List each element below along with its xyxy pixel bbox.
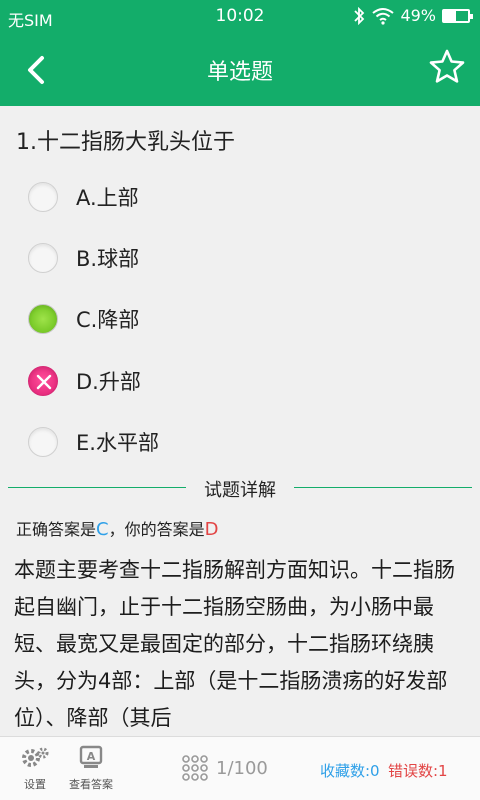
explanation-text: 本题主要考查十二指肠解剖方面知识。十二指肠起自幽门，止于十二指肠空肠曲，为小肠中… <box>14 558 455 730</box>
radio-c-correct[interactable] <box>28 304 58 334</box>
radio-b[interactable] <box>28 243 58 273</box>
option-c[interactable]: C.降部 <box>28 299 139 339</box>
detail-title: 试题详解 <box>204 480 276 501</box>
radio-e[interactable] <box>28 427 58 457</box>
settings-label: 设置 <box>24 778 46 791</box>
option-c-label: C.降部 <box>76 308 140 332</box>
my-answer-prefix: ，你的答案是 <box>108 520 205 539</box>
status-icons: 49% <box>352 6 473 25</box>
my-answer: D <box>204 519 219 540</box>
divider-right <box>294 487 472 488</box>
option-a[interactable]: A.上部 <box>28 177 139 217</box>
radio-a[interactable] <box>28 182 58 212</box>
question-text: 1.十二指肠大乳头位于 <box>16 130 235 155</box>
correct-answer: C <box>96 519 109 540</box>
grid-icon <box>182 755 208 781</box>
bluetooth-icon <box>354 6 365 25</box>
battery-percent: 49% <box>400 6 436 25</box>
errors-count[interactable]: 错误数:1 <box>388 760 448 781</box>
answer-icon-letter: A <box>87 750 96 763</box>
option-e-label: E.水平部 <box>76 431 159 455</box>
option-b-label: B.球部 <box>76 247 140 271</box>
radio-d-wrong[interactable] <box>28 366 58 396</box>
cross-icon <box>36 374 52 390</box>
question-pager[interactable]: 1/100 <box>182 755 268 781</box>
page-title: 单选题 <box>206 60 273 85</box>
battery-level <box>444 10 456 21</box>
correct-answer-prefix: 正确答案是 <box>16 520 97 539</box>
option-e[interactable]: E.水平部 <box>28 422 159 462</box>
favorites-count[interactable]: 收藏数:0 <box>320 760 380 781</box>
battery-icon <box>442 8 473 23</box>
pager-text: 1/100 <box>216 757 268 779</box>
status-bar: 无SIM 10:02 49% <box>0 0 480 32</box>
bottom-toolbar: 设置 A 查看答案 1/100 收藏数:0 错误数:1 <box>0 736 480 800</box>
header: 单选题 <box>0 32 480 106</box>
view-answer-button[interactable]: A 查看答案 <box>68 745 114 792</box>
view-answer-label: 查看答案 <box>69 778 113 791</box>
option-d-label: D.升部 <box>76 370 141 394</box>
option-b[interactable]: B.球部 <box>28 238 139 278</box>
answer-summary: 正确答案是C，你的答案是D <box>16 516 218 540</box>
gear-icon <box>22 747 49 767</box>
settings-button[interactable]: 设置 <box>18 745 52 792</box>
wifi-icon <box>372 7 395 25</box>
option-d[interactable]: D.升部 <box>28 361 141 401</box>
option-a-label: A.上部 <box>76 186 139 210</box>
favorite-star-icon[interactable] <box>428 48 466 86</box>
answer-monitor-icon: A <box>79 745 103 768</box>
